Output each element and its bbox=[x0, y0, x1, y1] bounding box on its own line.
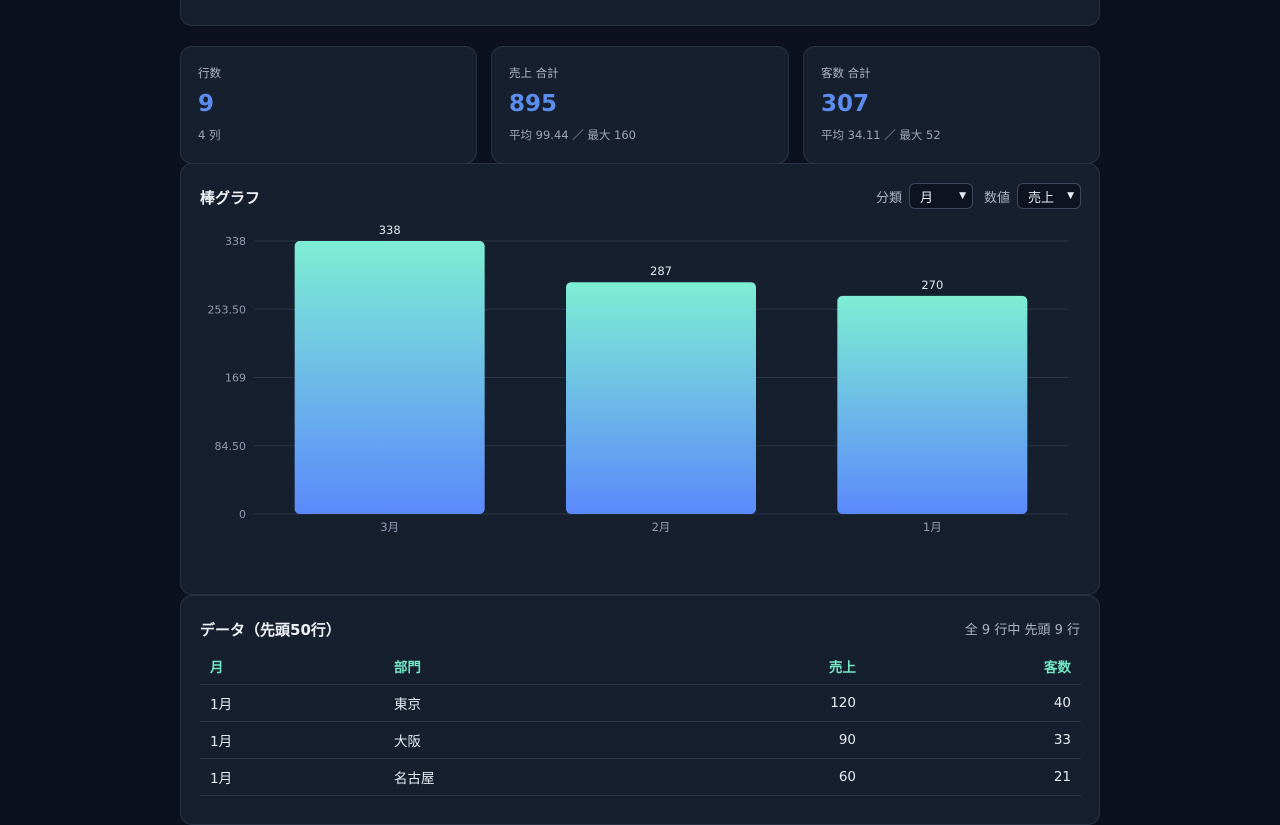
stat-label: 客数 合計 bbox=[821, 66, 871, 80]
chart-title: 棒グラフ bbox=[200, 189, 261, 207]
bar-chart-panel: 0 84.50 169 253.50 338 338 3月 287 2月 270 1月 棒グラフ … bbox=[180, 163, 1100, 595]
column-header-dept[interactable]: 部門 bbox=[384, 648, 684, 685]
cell-dept: 東京 bbox=[384, 684, 684, 722]
stat-label: 行数 bbox=[198, 66, 221, 80]
column-header-sales[interactable]: 売上 bbox=[684, 648, 866, 685]
stat-sub: 平均 99.44 ／ 最大 160 bbox=[509, 127, 636, 142]
bar bbox=[837, 295, 1028, 514]
cell-customers: 40 bbox=[866, 684, 1081, 722]
table-title: データ（先頭50行） bbox=[200, 621, 341, 639]
y-tick-label: 0 bbox=[239, 508, 246, 521]
stat-value: 307 bbox=[821, 91, 870, 117]
cell-sales: 60 bbox=[684, 758, 866, 796]
stat-value: 895 bbox=[509, 91, 558, 117]
cell-customers: 21 bbox=[866, 758, 1081, 796]
table-row: 1月 名古屋 60 21 bbox=[200, 758, 1081, 796]
bar bbox=[294, 241, 485, 514]
stat-card-sales: 売上 合計 895 平均 99.44 ／ 最大 160 bbox=[491, 46, 789, 164]
column-header-month[interactable]: 月 bbox=[200, 648, 384, 685]
y-tick-label: 84.50 bbox=[215, 440, 247, 453]
y-tick-label: 253.50 bbox=[208, 303, 247, 316]
bar bbox=[566, 282, 756, 514]
chevron-down-icon: ▼ bbox=[959, 191, 966, 201]
category-select-value: 月 bbox=[919, 190, 933, 206]
table-row: 1月 大阪 90 33 bbox=[200, 721, 1081, 759]
previous-panel bbox=[180, 0, 1100, 26]
cell-month: 1月 bbox=[200, 721, 384, 759]
data-table: 月 部門 売上 客数 1月 東京 120 40 1月 大阪 90 33 1月 名… bbox=[200, 648, 1081, 796]
data-table-panel: データ（先頭50行） 全 9 行中 先頭 9 行 月 部門 売上 客数 1月 東… bbox=[180, 595, 1100, 825]
bar-chart: 0 84.50 169 253.50 338 338 3月 287 2月 270 1月 bbox=[208, 223, 1068, 534]
bar-value-label: 287 bbox=[650, 264, 672, 278]
stat-value: 9 bbox=[198, 91, 215, 117]
stat-card-rows: 行数 9 4 列 bbox=[180, 46, 477, 164]
cell-sales: 90 bbox=[684, 721, 866, 759]
cell-dept: 名古屋 bbox=[384, 758, 684, 796]
category-select[interactable]: 月 ▼ bbox=[908, 183, 973, 209]
cell-month: 1月 bbox=[200, 758, 384, 796]
stat-card-customers: 客数 合計 307 平均 34.11 ／ 最大 52 bbox=[803, 46, 1100, 164]
cell-dept: 大阪 bbox=[384, 721, 684, 759]
table-row: 1月 東京 120 40 bbox=[200, 684, 1081, 722]
cell-sales: 120 bbox=[684, 684, 866, 722]
category-label: 分類 bbox=[875, 190, 902, 206]
value-label: 数値 bbox=[983, 190, 1010, 206]
chevron-down-icon: ▼ bbox=[1067, 191, 1074, 201]
column-header-customers[interactable]: 客数 bbox=[866, 648, 1081, 685]
x-tick-label: 1月 bbox=[923, 520, 942, 534]
stat-sub: 4 列 bbox=[198, 127, 221, 142]
stat-sub: 平均 34.11 ／ 最大 52 bbox=[821, 127, 941, 142]
table-header-row: 月 部門 売上 客数 bbox=[200, 648, 1081, 685]
cell-customers: 33 bbox=[866, 721, 1081, 759]
bar-value-label: 338 bbox=[379, 223, 401, 237]
x-tick-label: 3月 bbox=[380, 520, 399, 534]
x-tick-label: 2月 bbox=[652, 520, 671, 534]
value-select-value: 売上 bbox=[1028, 190, 1055, 206]
bar-value-label: 270 bbox=[921, 278, 943, 292]
y-tick-label: 338 bbox=[225, 235, 246, 248]
cell-month: 1月 bbox=[200, 684, 384, 722]
chart-controls: 分類 月 ▼ 数値 売上 ▼ bbox=[876, 183, 1081, 209]
stat-label: 売上 合計 bbox=[509, 66, 559, 80]
y-tick-label: 169 bbox=[225, 372, 246, 385]
value-select[interactable]: 売上 ▼ bbox=[1017, 183, 1081, 209]
table-row-count: 全 9 行中 先頭 9 行 bbox=[964, 623, 1080, 638]
